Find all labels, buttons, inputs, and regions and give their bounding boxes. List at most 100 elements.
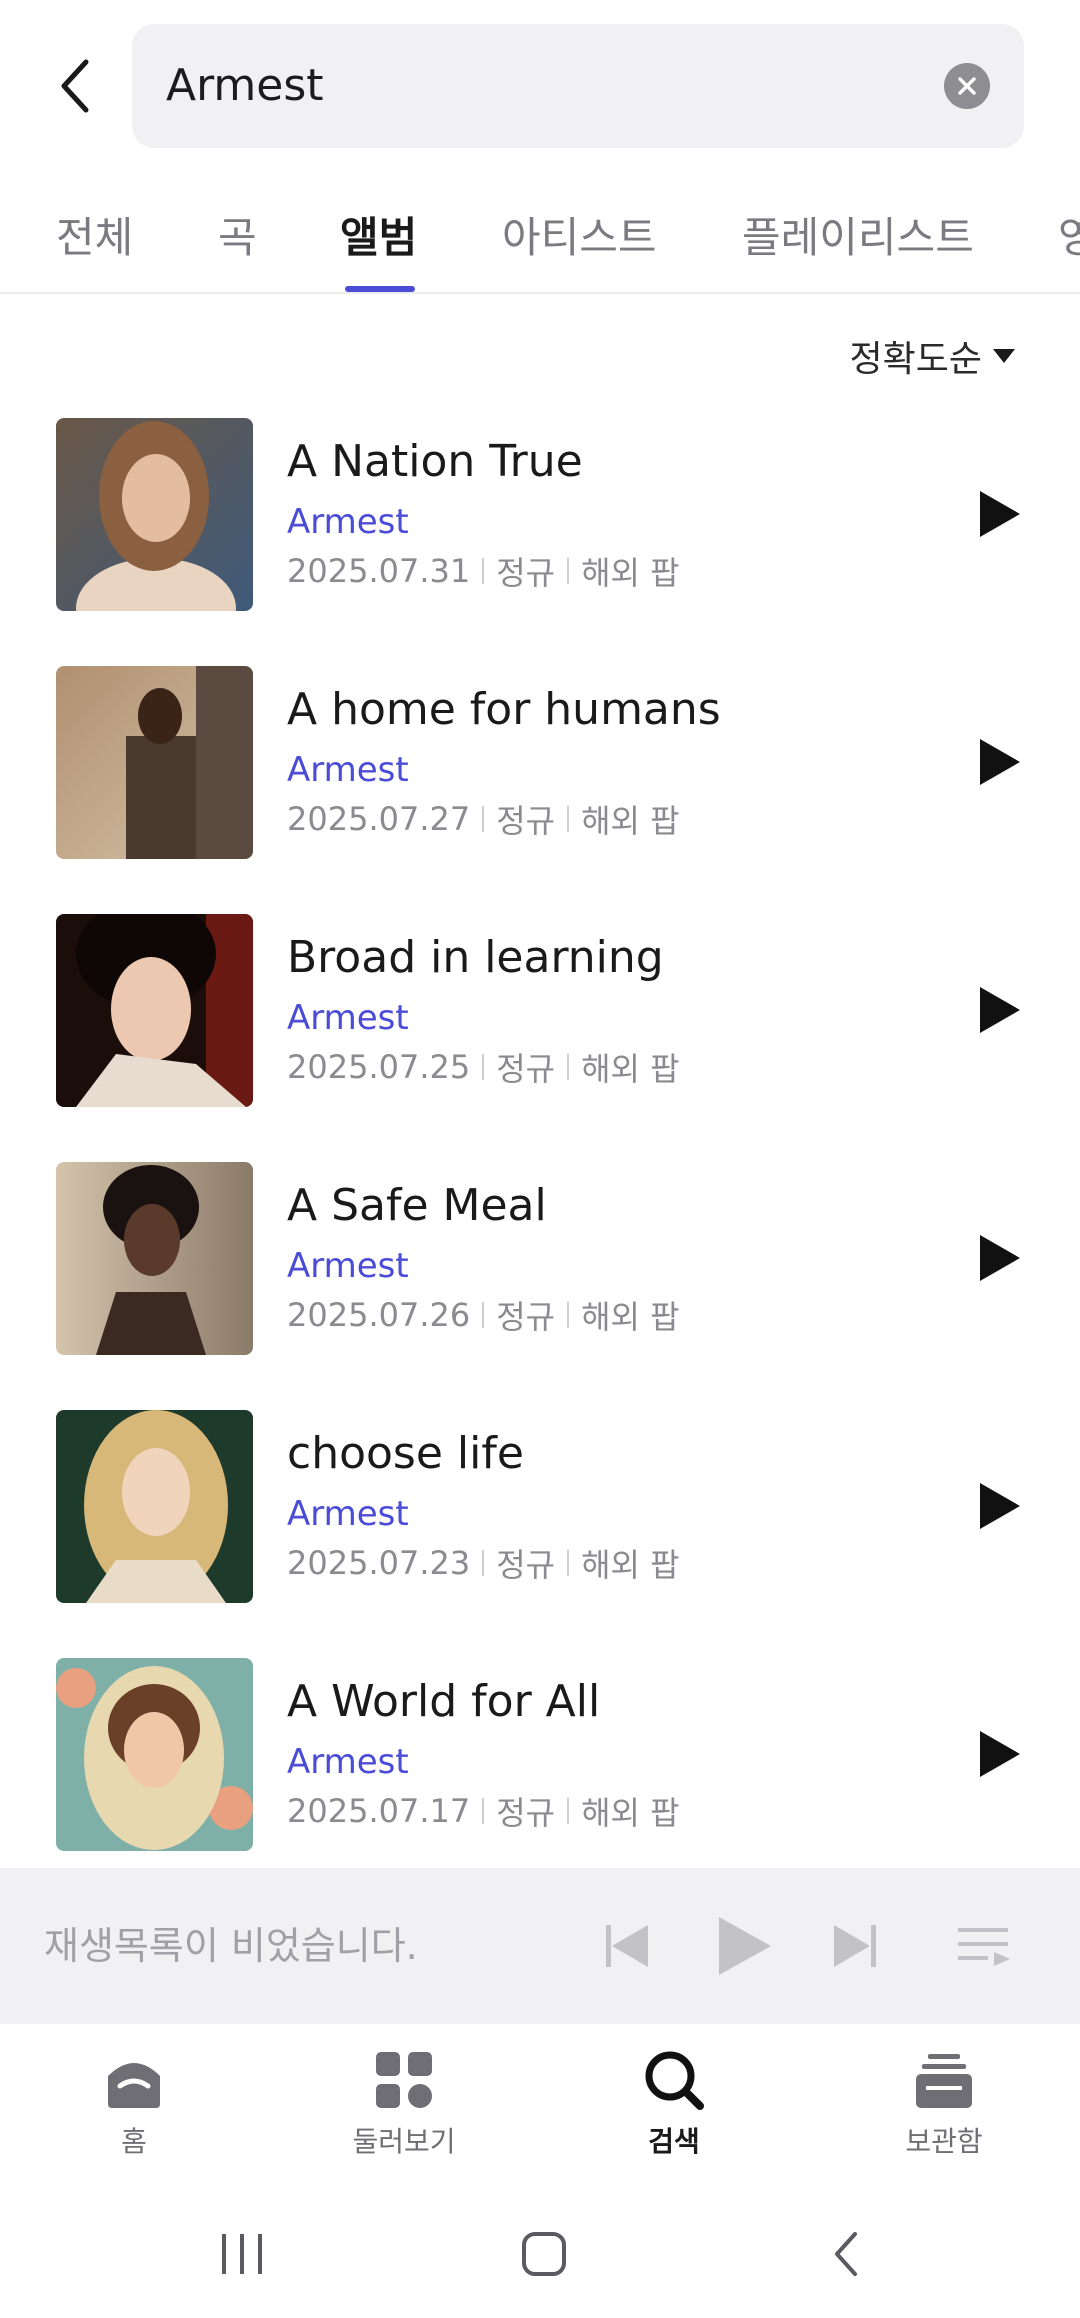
tab-albums[interactable]: 앨범 [340, 204, 417, 292]
nav-browse[interactable]: 둘러보기 [314, 2048, 494, 2160]
divider [567, 1054, 570, 1080]
play-icon [719, 1917, 771, 1975]
album-title: Broad in learning [287, 932, 664, 983]
album-row[interactable]: A home for humans Armest 2025.07.27 정규 해… [0, 666, 1080, 914]
play-button[interactable] [970, 1476, 1030, 1536]
album-artist-link[interactable]: Armest [287, 502, 409, 542]
album-meta: 2025.07.26 정규 해외 팝 [287, 1292, 680, 1338]
album-cover[interactable] [56, 1658, 253, 1851]
album-title: A home for humans [287, 684, 721, 735]
play-button[interactable] [970, 484, 1030, 544]
album-type: 정규 [496, 1050, 556, 1088]
divider [567, 1302, 570, 1328]
next-button[interactable] [822, 1914, 886, 1978]
album-artist-link[interactable]: Armest [287, 998, 409, 1038]
recent-apps-button[interactable] [202, 2214, 282, 2294]
album-artist-link[interactable]: Armest [287, 1494, 409, 1534]
album-meta: 2025.07.27 정규 해외 팝 [287, 796, 680, 842]
library-icon [912, 2048, 976, 2112]
clear-search-button[interactable] [944, 63, 990, 109]
sort-dropdown[interactable]: 정확도순 [850, 330, 1016, 382]
caret-down-icon [993, 349, 1015, 363]
nav-search[interactable]: 검색 [584, 2048, 764, 2160]
tab-playlists[interactable]: 플레이리스트 [742, 204, 974, 292]
playlist-button[interactable] [952, 1914, 1016, 1978]
nav-home[interactable]: 홈 [44, 2048, 224, 2160]
play-icon [980, 987, 1020, 1033]
album-artist-link[interactable]: Armest [287, 1742, 409, 1782]
divider [482, 1550, 485, 1576]
tab-artists[interactable]: 아티스트 [502, 204, 657, 292]
divider [482, 1302, 485, 1328]
divider [567, 1550, 570, 1576]
previous-button[interactable] [596, 1914, 660, 1978]
search-icon [642, 2048, 706, 2112]
release-date: 2025.07.17 [287, 1792, 471, 1830]
nav-search-label: 검색 [648, 2125, 700, 2158]
system-navigation-bar [0, 2184, 1080, 2318]
release-date: 2025.07.23 [287, 1544, 471, 1582]
album-genre: 해외 팝 [581, 554, 680, 592]
search-query[interactable]: Armest [166, 24, 324, 148]
release-date: 2025.07.27 [287, 800, 471, 838]
album-meta: 2025.07.17 정규 해외 팝 [287, 1788, 680, 1834]
play-pause-button[interactable] [712, 1914, 776, 1978]
release-date: 2025.07.31 [287, 552, 471, 590]
release-date: 2025.07.25 [287, 1048, 471, 1086]
playlist-icon [958, 1928, 1010, 1966]
nav-home-label: 홈 [121, 2125, 147, 2158]
album-results-list: A Nation True Armest 2025.07.31 정규 해외 팝 … [0, 418, 1080, 1906]
play-button[interactable] [970, 1724, 1030, 1784]
search-header: Armest [0, 0, 1080, 170]
home-icon [102, 2048, 166, 2112]
album-genre: 해외 팝 [581, 802, 680, 840]
album-cover[interactable] [56, 914, 253, 1107]
play-icon [980, 1235, 1020, 1281]
album-genre: 해외 팝 [581, 1546, 680, 1584]
back-button[interactable] [40, 50, 112, 122]
tab-songs[interactable]: 곡 [218, 204, 257, 292]
album-cover[interactable] [56, 1410, 253, 1603]
home-system-button[interactable] [504, 2214, 584, 2294]
album-type: 정규 [496, 802, 556, 840]
divider [482, 806, 485, 832]
album-row[interactable]: A Nation True Armest 2025.07.31 정규 해외 팝 [0, 418, 1080, 666]
search-input[interactable]: Armest [132, 24, 1024, 148]
album-title: choose life [287, 1428, 524, 1479]
album-genre: 해외 팝 [581, 1050, 680, 1088]
release-date: 2025.07.26 [287, 1296, 471, 1334]
divider [567, 1798, 570, 1824]
album-cover[interactable] [56, 418, 253, 611]
album-genre: 해외 팝 [581, 1298, 680, 1336]
play-button[interactable] [970, 1228, 1030, 1288]
play-icon [980, 739, 1020, 785]
search-category-tabs: 전체 곡 앨범 아티스트 플레이리스트 영 [0, 190, 1080, 294]
album-artist-link[interactable]: Armest [287, 750, 409, 790]
play-button[interactable] [970, 732, 1030, 792]
system-back-button[interactable] [806, 2214, 886, 2294]
nav-library[interactable]: 보관함 [854, 2048, 1034, 2160]
album-type: 정규 [496, 554, 556, 592]
album-cover[interactable] [56, 666, 253, 859]
tab-videos[interactable]: 영 [1058, 204, 1080, 292]
album-type: 정규 [496, 1794, 556, 1832]
divider [567, 806, 570, 832]
album-cover[interactable] [56, 1162, 253, 1355]
album-meta: 2025.07.25 정규 해외 팝 [287, 1044, 680, 1090]
back-chevron-icon [835, 2232, 857, 2276]
skip-next-icon [834, 1925, 876, 1967]
album-artist-link[interactable]: Armest [287, 1246, 409, 1286]
bottom-navigation: 홈 둘러보기 검색 보관함 [0, 2024, 1080, 2184]
tab-all[interactable]: 전체 [56, 204, 133, 292]
browse-icon [372, 2048, 436, 2112]
empty-playlist-text: 재생목록이 비었습니다. [44, 1924, 418, 1968]
album-row[interactable]: A Safe Meal Armest 2025.07.26 정규 해외 팝 [0, 1162, 1080, 1410]
chevron-left-icon [61, 59, 89, 113]
play-button[interactable] [970, 980, 1030, 1040]
play-icon [980, 1483, 1020, 1529]
album-title: A Nation True [287, 436, 583, 487]
sort-label: 정확도순 [849, 339, 982, 380]
nav-library-label: 보관함 [905, 2125, 983, 2158]
album-row[interactable]: Broad in learning Armest 2025.07.25 정규 해… [0, 914, 1080, 1162]
album-row[interactable]: choose life Armest 2025.07.23 정규 해외 팝 [0, 1410, 1080, 1658]
